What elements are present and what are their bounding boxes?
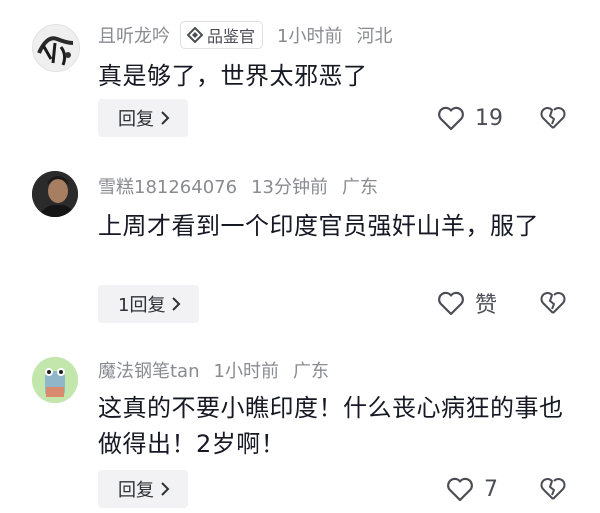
timestamp: 13分钟前	[251, 177, 328, 198]
timestamp: 1小时前	[277, 26, 343, 47]
heart-outline-icon	[438, 106, 464, 131]
comment-text: 上周才看到一个印度官员强奸山羊，服了	[98, 212, 539, 240]
broken-heart-icon	[540, 292, 566, 314]
username[interactable]: 雪糕181264076	[98, 173, 237, 199]
comment-text: 真是够了，世界太邪恶了	[98, 62, 368, 90]
chevron-right-icon	[171, 297, 181, 311]
reply-button[interactable]: 1回复	[98, 285, 200, 323]
comment-text: 这真的不要小瞧印度！什么丧心病狂的事也做得出！2岁啊！	[98, 394, 564, 458]
location: 广东	[341, 177, 378, 198]
heart-outline-icon	[438, 291, 464, 316]
reply-label: 1回复	[118, 295, 166, 316]
badge: 品鉴官	[180, 21, 264, 49]
like-button[interactable]: 7	[446, 471, 498, 507]
avatar[interactable]	[32, 171, 78, 217]
timestamp: 1小时前	[213, 361, 279, 382]
location: 广东	[292, 361, 329, 382]
username[interactable]: 魔法钢笔tan	[98, 357, 200, 383]
reply-button[interactable]: 回复	[98, 470, 188, 508]
reply-button[interactable]: 回复	[98, 99, 188, 137]
chevron-right-icon	[160, 111, 170, 125]
username[interactable]: 且听龙吟	[98, 22, 170, 48]
dislike-button[interactable]	[540, 476, 566, 502]
like-button[interactable]: 赞	[437, 285, 497, 321]
comment-meta: 雪糕181264076 13分钟前 广东	[98, 172, 378, 200]
like-count: 19	[475, 105, 503, 131]
avatar[interactable]	[32, 24, 80, 72]
reply-label: 回复	[118, 480, 154, 501]
comment-meta: 且听龙吟 品鉴官 1小时前 河北	[98, 21, 392, 49]
chevron-right-icon	[160, 482, 170, 496]
heart-outline-icon	[447, 477, 473, 502]
like-count: 7	[484, 476, 498, 502]
reply-label: 回复	[118, 109, 154, 130]
dislike-button[interactable]	[540, 290, 566, 316]
diamond-badge-icon	[187, 27, 203, 43]
dislike-button[interactable]	[540, 105, 566, 131]
like-count: 赞	[475, 293, 498, 318]
broken-heart-icon	[540, 107, 566, 129]
broken-heart-icon	[540, 478, 566, 500]
badge-label: 品鉴官	[207, 27, 256, 46]
like-button[interactable]: 19	[437, 100, 503, 136]
avatar[interactable]	[32, 357, 78, 403]
comment-meta: 魔法钢笔tan 1小时前 广东	[98, 356, 329, 384]
location: 河北	[356, 26, 393, 47]
